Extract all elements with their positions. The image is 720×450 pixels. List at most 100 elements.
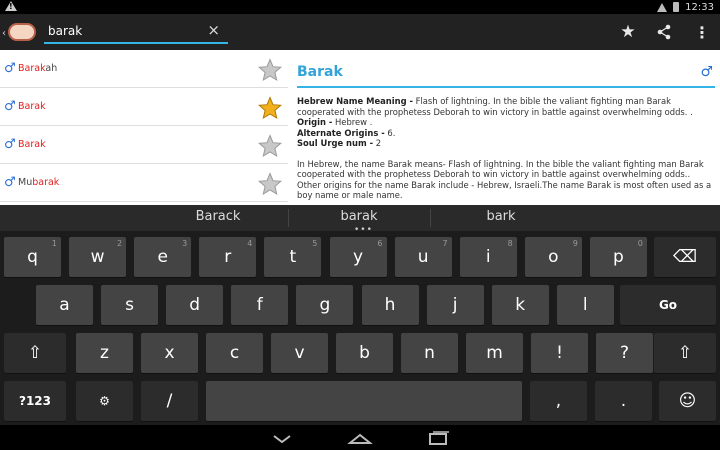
name-match: Barak — [18, 101, 46, 112]
shift-key-left[interactable]: ⇧ — [4, 333, 66, 373]
key-i[interactable]: i8 — [459, 237, 517, 277]
search-input[interactable] — [48, 22, 198, 40]
suggestion-1[interactable]: Barack — [148, 209, 288, 224]
key-f-label: f — [256, 295, 263, 315]
app-logo-icon — [8, 23, 36, 41]
name-details-panel: Barak ♂ Hebrew Name Meaning - Flash of l… — [297, 50, 715, 205]
space-key[interactable] — [206, 381, 522, 421]
soul-urge-label: Soul Urge num - — [297, 138, 374, 148]
delete-key[interactable]: ⌫ — [654, 237, 716, 277]
settings-key[interactable]: ⚙ — [76, 381, 133, 421]
key-g[interactable]: g — [296, 285, 354, 325]
key-h[interactable]: h — [361, 285, 419, 325]
favorite-star-icon[interactable] — [257, 58, 283, 82]
back-button[interactable] — [262, 428, 302, 448]
status-bar: 12:33 — [0, 0, 720, 14]
name-label: Barakah — [18, 63, 57, 74]
key-c-label: c — [229, 343, 240, 363]
key-g-label: g — [319, 295, 331, 315]
key-exclamation[interactable]: ! — [531, 333, 588, 373]
period-key-label: . — [620, 391, 627, 411]
search-box: × — [44, 20, 228, 44]
key-v[interactable]: v — [271, 333, 328, 373]
star-icon: ★ — [620, 22, 636, 42]
favorite-star-icon[interactable] — [257, 172, 283, 196]
name-label: Barak — [18, 101, 46, 112]
clear-search-icon[interactable]: × — [207, 21, 220, 39]
male-gender-icon: ♂ — [4, 99, 16, 114]
navigation-bar — [0, 425, 720, 450]
go-key[interactable]: Go — [620, 285, 716, 325]
symbols-key[interactable]: ?123 — [4, 381, 66, 421]
suggestion-2[interactable]: barak — [289, 209, 429, 224]
home-button[interactable] — [340, 428, 380, 448]
key-exclamation-label: ! — [556, 343, 563, 363]
status-time: 12:33 — [685, 1, 714, 13]
male-gender-icon: ♂ — [4, 137, 16, 152]
key-t-label: t — [289, 247, 297, 267]
go-key-label: Go — [658, 298, 678, 312]
key-n-label: n — [424, 343, 435, 363]
key-c[interactable]: c — [206, 333, 263, 373]
period-key[interactable]: . — [595, 381, 652, 421]
key-u[interactable]: u7 — [394, 237, 452, 277]
key-t[interactable]: t5 — [264, 237, 322, 277]
detail-body: Hebrew Name Meaning - Flash of lightning… — [297, 96, 715, 201]
suggestion-strip: Barack barak bark ••• — [0, 205, 720, 235]
key-hint: 0 — [637, 239, 643, 248]
favorite-star-icon[interactable] — [257, 96, 283, 120]
comma-key[interactable]: , — [530, 381, 587, 421]
key-e[interactable]: e3 — [134, 237, 192, 277]
favorites-button[interactable]: ★ — [616, 20, 640, 44]
shift-key-right-label: ⇧ — [677, 343, 693, 363]
key-question[interactable]: ? — [596, 333, 653, 373]
suggestion-3[interactable]: bark — [431, 209, 571, 224]
status-right: 12:33 — [657, 0, 714, 14]
list-item[interactable]: ♂ Barak — [0, 88, 288, 126]
emoji-key[interactable]: ☺ — [659, 381, 716, 421]
key-k[interactable]: k — [491, 285, 549, 325]
key-b[interactable]: b — [336, 333, 393, 373]
key-y[interactable]: y6 — [329, 237, 387, 277]
key-hint: 9 — [572, 239, 578, 248]
key-p-label: p — [612, 247, 624, 267]
meaning-line: Hebrew Name Meaning - Flash of lightning… — [297, 96, 715, 117]
key-m[interactable]: m — [466, 333, 523, 373]
slash-key[interactable]: / — [141, 381, 198, 421]
overflow-menu-button[interactable]: ⋮ — [690, 20, 714, 44]
list-item[interactable]: ♂ Barak — [0, 126, 288, 164]
recents-button[interactable] — [418, 428, 458, 448]
results-list: ♂ Barakah ♂ Barak ♂ Barak ♂ Mubarak — [0, 50, 290, 205]
symbols-key-label: ?123 — [18, 394, 51, 408]
key-j[interactable]: j — [426, 285, 484, 325]
shift-key-right[interactable]: ⇧ — [654, 333, 716, 373]
key-hint: 2 — [117, 239, 123, 248]
key-hint: 6 — [377, 239, 383, 248]
key-o[interactable]: o9 — [524, 237, 582, 277]
favorite-star-icon[interactable] — [257, 134, 283, 158]
key-s[interactable]: s — [101, 285, 159, 325]
list-item[interactable]: ♂ Barakah — [0, 50, 288, 88]
key-z[interactable]: z — [76, 333, 133, 373]
key-j-label: j — [452, 295, 458, 315]
key-b-label: b — [359, 343, 370, 363]
key-x[interactable]: x — [141, 333, 198, 373]
key-x-label: x — [164, 343, 175, 363]
more-suggestions-icon: ••• — [354, 225, 373, 235]
meaning-label: Hebrew Name Meaning - — [297, 96, 413, 106]
key-p[interactable]: p0 — [589, 237, 647, 277]
app-home-button[interactable]: ‹ — [2, 19, 38, 45]
key-l[interactable]: l — [556, 285, 614, 325]
alt-origin-label: Alternate Origins - — [297, 127, 385, 138]
key-r[interactable]: r4 — [199, 237, 257, 277]
share-button[interactable] — [652, 20, 676, 44]
key-q[interactable]: q1 — [4, 237, 61, 277]
name-match: Barak — [18, 139, 46, 150]
key-w[interactable]: w2 — [69, 237, 127, 277]
key-a[interactable]: a — [36, 285, 93, 325]
key-hint: 4 — [247, 239, 253, 248]
key-n[interactable]: n — [401, 333, 458, 373]
list-item[interactable]: ♂ Mubarak — [0, 164, 288, 202]
key-f[interactable]: f — [231, 285, 289, 325]
key-d[interactable]: d — [166, 285, 224, 325]
